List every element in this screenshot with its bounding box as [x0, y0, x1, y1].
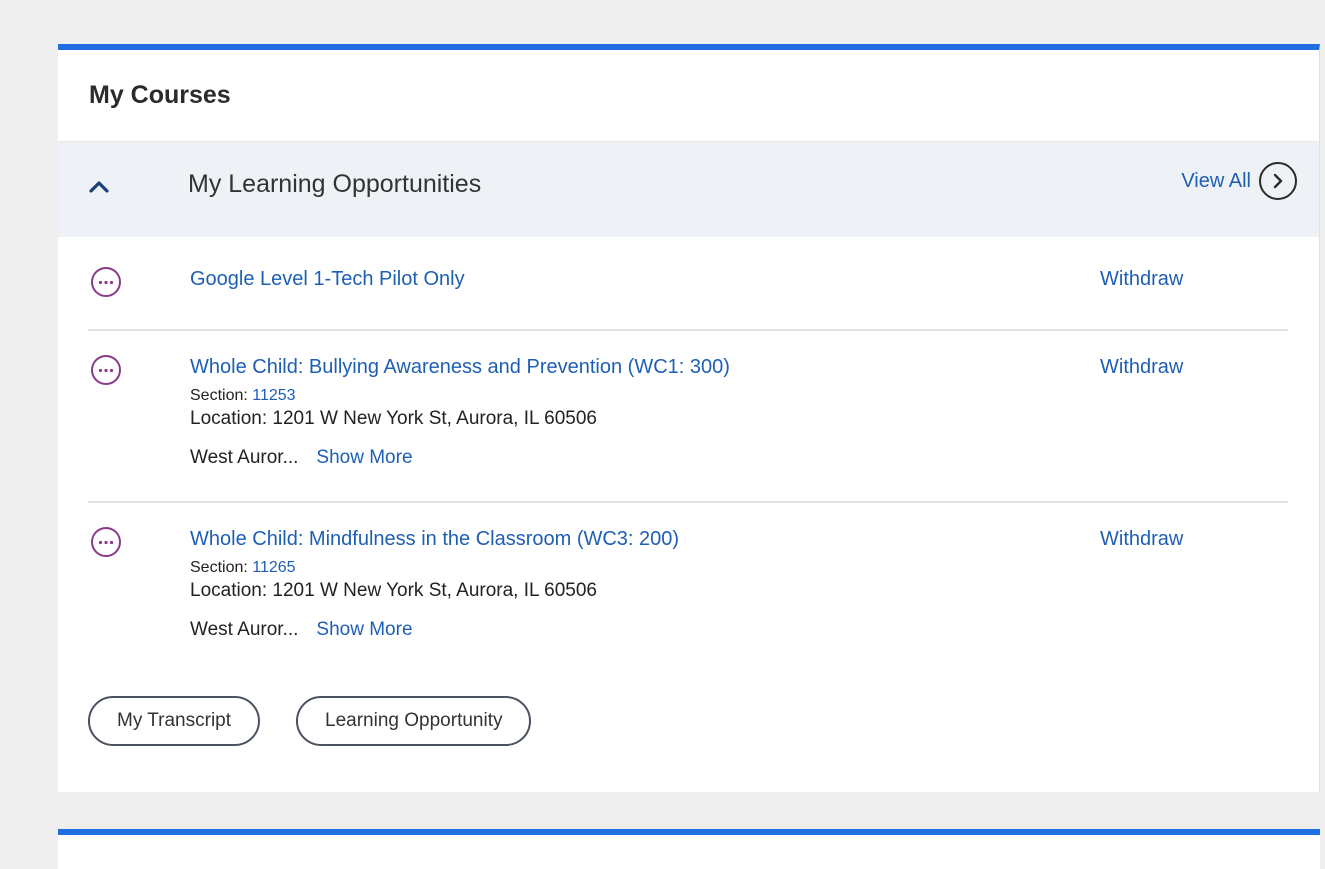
view-all-link[interactable]: View All	[1181, 162, 1297, 200]
withdraw-link[interactable]: Withdraw	[1100, 356, 1183, 379]
location-text: Location: 1201 W New York St, Aurora, IL…	[190, 580, 597, 601]
next-card	[58, 829, 1320, 869]
org-name-truncated: West Auror...	[190, 447, 299, 468]
withdraw-link[interactable]: Withdraw	[1100, 268, 1183, 291]
location-text: Location: 1201 W New York St, Aurora, IL…	[190, 408, 597, 429]
show-more-link[interactable]: Show More	[316, 619, 412, 641]
section-info: Section: 11253	[190, 387, 296, 405]
chevron-right-circle-icon	[1259, 162, 1297, 200]
list-item: Whole Child: Bullying Awareness and Prev…	[88, 329, 1288, 501]
course-title-link[interactable]: Whole Child: Bullying Awareness and Prev…	[190, 356, 730, 379]
view-all-label: View All	[1181, 169, 1251, 192]
withdraw-link[interactable]: Withdraw	[1100, 528, 1183, 551]
learning-opportunities-bar: My Learning Opportunities View All	[58, 142, 1319, 237]
learning-opportunity-button[interactable]: Learning Opportunity	[296, 696, 532, 746]
section-info: Section: 11265	[190, 559, 296, 577]
org-name-truncated: West Auror...	[190, 619, 299, 640]
more-dots-icon[interactable]	[90, 526, 122, 558]
my-courses-card: My Courses My Learning Opportunities Vie…	[58, 44, 1320, 792]
section-number-link[interactable]: 11265	[252, 559, 295, 576]
show-more-link[interactable]: Show More	[316, 447, 412, 469]
chevron-up-icon	[89, 181, 109, 193]
section-number-link[interactable]: 11253	[252, 387, 295, 404]
org-line: West Auror... Show More	[190, 447, 413, 469]
course-list: Google Level 1-Tech Pilot Only Withdraw …	[58, 243, 1319, 673]
more-dots-icon[interactable]	[90, 354, 122, 386]
list-item: Google Level 1-Tech Pilot Only Withdraw	[88, 243, 1288, 329]
course-title-link[interactable]: Whole Child: Mindfulness in the Classroo…	[190, 528, 679, 551]
my-transcript-button[interactable]: My Transcript	[88, 696, 261, 746]
list-item: Whole Child: Mindfulness in the Classroo…	[88, 501, 1288, 673]
course-title-link[interactable]: Google Level 1-Tech Pilot Only	[190, 268, 465, 291]
card-header: My Courses	[58, 50, 1319, 142]
org-line: West Auror... Show More	[190, 619, 413, 641]
section-label: Section:	[190, 559, 248, 576]
action-buttons: My Transcript Learning Opportunity	[88, 696, 532, 746]
more-dots-icon[interactable]	[90, 266, 122, 298]
section-title: My Learning Opportunities	[188, 170, 482, 198]
card-title: My Courses	[89, 81, 231, 109]
section-label: Section:	[190, 387, 248, 404]
collapse-button[interactable]	[84, 172, 114, 202]
